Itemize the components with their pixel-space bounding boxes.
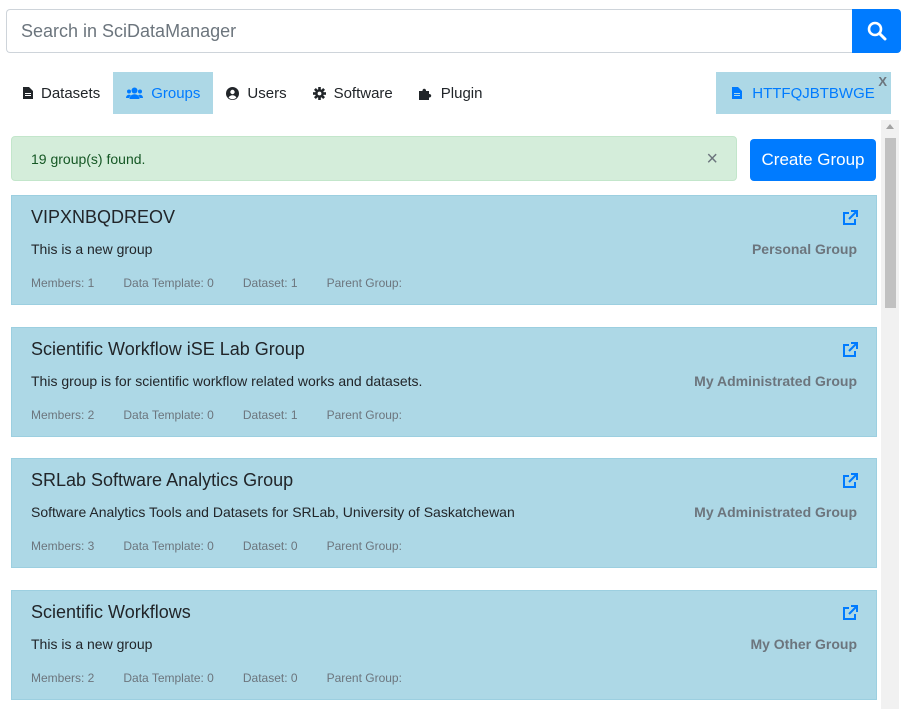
group-type-badge: My Administrated Group <box>694 373 857 389</box>
external-link-icon[interactable] <box>842 605 858 626</box>
dataset-count: Dataset: 0 <box>242 671 298 685</box>
members-count: Members: 2 <box>31 408 95 422</box>
alert-close-button[interactable]: × <box>706 149 718 169</box>
scrollbar-thumb[interactable] <box>885 138 896 308</box>
parent-group: Parent Group: <box>326 671 402 685</box>
group-name[interactable]: SRLab Software Analytics Group <box>31 470 293 491</box>
parent-group: Parent Group: <box>326 276 402 290</box>
data-template-count: Data Template: 0 <box>123 408 214 422</box>
group-name[interactable]: VIPXNBQDREOV <box>31 207 175 228</box>
tab-groups[interactable]: Groups <box>113 72 214 114</box>
scrollbar[interactable] <box>881 120 899 709</box>
group-type-badge: My Administrated Group <box>694 504 857 520</box>
open-file-tab[interactable]: HTTFQJBTBWGE X <box>716 72 891 114</box>
tab-label: Groups <box>151 84 201 102</box>
tab-software[interactable]: Software <box>300 72 406 114</box>
create-group-button[interactable]: Create Group <box>750 139 876 181</box>
group-description: This is a new group <box>31 241 153 257</box>
data-template-count: Data Template: 0 <box>123 276 214 290</box>
external-link-icon[interactable] <box>842 473 858 494</box>
group-name[interactable]: Scientific Workflows <box>31 602 191 623</box>
tab-label: Users <box>247 84 287 102</box>
group-description: This is a new group <box>31 636 153 652</box>
external-link-icon[interactable] <box>842 210 858 231</box>
search-bar <box>6 9 901 53</box>
parent-group: Parent Group: <box>326 408 402 422</box>
tab-users[interactable]: Users <box>213 72 299 114</box>
gear-icon <box>312 86 326 100</box>
group-meta: Members: 2 Data Template: 0 Dataset: 0 P… <box>31 671 431 685</box>
group-card: VIPXNBQDREOV This is a new group Persona… <box>11 195 877 305</box>
nav-tabs: Datasets Groups Users Software Plugin <box>10 72 495 114</box>
group-card: Scientific Workflows This is a new group… <box>11 590 877 700</box>
group-description: This group is for scientific workflow re… <box>31 373 423 389</box>
alert-message: 19 group(s) found. <box>31 150 146 167</box>
group-type-badge: My Other Group <box>750 636 857 652</box>
dataset-count: Dataset: 1 <box>242 276 298 290</box>
close-tab-button[interactable]: X <box>878 74 887 89</box>
search-icon <box>867 21 886 41</box>
tab-plugin[interactable]: Plugin <box>406 72 496 114</box>
result-alert: 19 group(s) found. × <box>11 136 737 181</box>
scroll-up-arrow-icon[interactable] <box>886 124 894 129</box>
members-count: Members: 1 <box>31 276 95 290</box>
group-type-badge: Personal Group <box>751 241 857 257</box>
group-meta: Members: 2 Data Template: 0 Dataset: 1 P… <box>31 408 431 422</box>
external-link-icon[interactable] <box>842 342 858 363</box>
group-card: Scientific Workflow iSE Lab Group This g… <box>11 327 877 437</box>
dataset-count: Dataset: 1 <box>242 408 298 422</box>
members-count: Members: 3 <box>31 539 95 553</box>
parent-group: Parent Group: <box>326 539 402 553</box>
data-template-count: Data Template: 0 <box>123 539 214 553</box>
group-name[interactable]: Scientific Workflow iSE Lab Group <box>31 339 305 360</box>
search-button[interactable] <box>852 9 901 53</box>
dataset-count: Dataset: 0 <box>242 539 298 553</box>
file-icon <box>732 87 743 99</box>
puzzle-icon <box>418 87 433 100</box>
tab-label: Datasets <box>41 84 101 102</box>
users-icon <box>126 87 144 99</box>
tab-label: Software <box>333 84 393 102</box>
tab-datasets[interactable]: Datasets <box>10 72 113 114</box>
group-description: Software Analytics Tools and Datasets fo… <box>31 504 515 520</box>
group-meta: Members: 3 Data Template: 0 Dataset: 0 P… <box>31 539 431 553</box>
members-count: Members: 2 <box>31 671 95 685</box>
open-file-tab-label: HTTFQJBTBWGE <box>752 84 875 102</box>
search-input[interactable] <box>6 9 852 53</box>
user-circle-icon <box>226 86 240 100</box>
data-template-count: Data Template: 0 <box>123 671 214 685</box>
group-meta: Members: 1 Data Template: 0 Dataset: 1 P… <box>31 276 431 290</box>
file-icon <box>23 87 33 99</box>
tab-label: Plugin <box>440 84 483 102</box>
group-card: SRLab Software Analytics Group Software … <box>11 458 877 568</box>
